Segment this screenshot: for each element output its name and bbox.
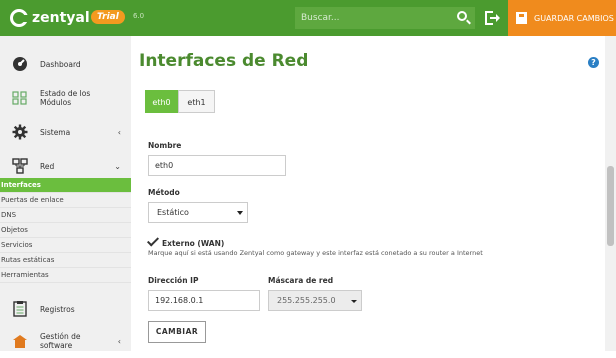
network-icon — [12, 158, 28, 174]
zentyal-logo[interactable]: zentyal — [10, 8, 90, 28]
external-label: Externo (WAN) — [162, 239, 225, 248]
version-label: 6.0 — [133, 12, 145, 20]
sidebar-item-label: Registros — [40, 304, 75, 314]
brand-name: zentyal — [32, 10, 90, 26]
dashboard-icon — [13, 57, 27, 71]
sidebar-subitem-services[interactable]: Servicios — [0, 238, 131, 253]
logo-icon — [10, 9, 28, 27]
save-icon — [516, 12, 527, 24]
save-changes-label: GUARDAR CAMBIOS — [534, 13, 614, 23]
chevron-down-icon: ⌄ — [114, 161, 121, 171]
sidebar-item-label: Red — [40, 161, 55, 171]
ip-field[interactable]: 192.168.0.1 — [148, 290, 260, 311]
sidebar-item-logs[interactable]: Registros — [0, 292, 131, 326]
sidebar: Dashboard Estado de los Módulos Sistema … — [0, 36, 131, 351]
sidebar-subitem-gateways[interactable]: Puertas de enlace — [0, 193, 131, 208]
sidebar-item-modules[interactable]: Estado de los Módulos — [0, 81, 131, 115]
help-icon[interactable]: ? — [588, 57, 599, 68]
change-button[interactable]: CAMBIAR — [148, 321, 206, 343]
sidebar-item-dashboard[interactable]: Dashboard — [0, 47, 131, 81]
software-icon — [13, 335, 27, 348]
tab-eth0[interactable]: eth0 — [145, 90, 178, 113]
sidebar-item-system[interactable]: Sistema ‹ — [0, 115, 131, 149]
tab-eth1[interactable]: eth1 — [178, 90, 215, 113]
interface-tabs: eth0 eth1 — [145, 90, 215, 113]
sidebar-item-software[interactable]: Gestión de software ‹ — [0, 324, 131, 358]
sidebar-item-label: Estado de los Módulos — [40, 89, 91, 107]
main-content: Interfaces de Red ? eth0 eth1 Nombre eth… — [131, 36, 616, 351]
logout-icon[interactable] — [485, 11, 500, 25]
scrollbar-thumb[interactable] — [607, 166, 614, 246]
sidebar-subitem-objects[interactable]: Objetos — [0, 223, 131, 238]
search-input[interactable]: Buscar... — [295, 7, 475, 29]
external-checkbox[interactable] — [148, 237, 159, 248]
logs-icon — [13, 301, 27, 317]
sidebar-subitem-tools[interactable]: Herramientas — [0, 268, 131, 283]
modules-icon — [12, 91, 27, 105]
dropdown-caret-icon — [351, 300, 357, 303]
chevron-left-icon: ‹ — [117, 127, 121, 137]
scrollbar[interactable] — [605, 36, 616, 351]
page-title: Interfaces de Red — [139, 51, 309, 71]
name-label: Nombre — [148, 141, 182, 150]
method-select[interactable]: Estático — [148, 202, 248, 223]
method-value: Estático — [157, 208, 189, 217]
dropdown-caret-icon — [237, 211, 243, 215]
external-help-text: Marque aquí si está usando Zentyal como … — [148, 249, 483, 257]
netmask-label: Máscara de red — [268, 276, 334, 285]
netmask-select[interactable]: 255.255.255.0 — [268, 290, 362, 311]
sidebar-subitem-static-routes[interactable]: Rutas estáticas — [0, 253, 131, 268]
netmask-value: 255.255.255.0 — [277, 296, 336, 305]
sidebar-subitem-interfaces[interactable]: Interfaces — [0, 178, 131, 193]
gear-icon — [12, 124, 28, 140]
trial-badge: Trial — [91, 10, 125, 24]
sidebar-item-label: Gestión de software — [40, 332, 81, 350]
name-field[interactable]: eth0 — [148, 155, 286, 176]
chevron-left-icon: ‹ — [117, 336, 121, 346]
ip-label: Dirección IP — [148, 276, 199, 285]
save-changes-button[interactable]: GUARDAR CAMBIOS — [508, 0, 616, 36]
sidebar-item-label: Dashboard — [40, 59, 81, 69]
sidebar-subitem-dns[interactable]: DNS — [0, 208, 131, 223]
method-label: Método — [148, 188, 180, 197]
sidebar-item-label: Sistema — [40, 127, 71, 137]
search-icon[interactable] — [457, 11, 467, 21]
top-bar: zentyal Trial 6.0 Buscar... GUARDAR CAMB… — [0, 0, 616, 36]
